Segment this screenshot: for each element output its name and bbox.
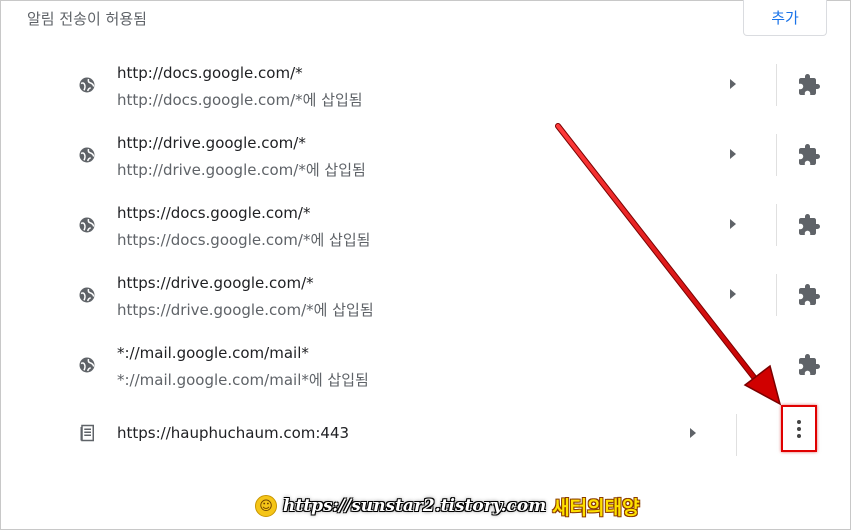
site-row[interactable]: https://hauphuchaum.com:443: [0, 400, 852, 470]
chevron-right-icon[interactable]: [730, 149, 736, 159]
divider: [776, 204, 777, 246]
chevron-right-icon[interactable]: [730, 289, 736, 299]
site-url: https://hauphuchaum.com:443: [117, 424, 350, 442]
site-url: http://docs.google.com/*: [117, 64, 303, 82]
add-button[interactable]: 추가: [743, 0, 827, 36]
globe-icon: [79, 287, 95, 303]
puzzle-icon[interactable]: [796, 213, 822, 237]
section-title: 알림 전송이 허용됨: [27, 10, 147, 28]
puzzle-icon[interactable]: [796, 73, 822, 97]
globe-icon: [79, 217, 95, 233]
site-source: https://docs.google.com/*에 삽입됨: [117, 231, 371, 249]
globe-icon: [79, 77, 95, 93]
site-row[interactable]: https://drive.google.com/* https://drive…: [0, 260, 852, 330]
divider: [776, 134, 777, 176]
globe-icon: [79, 147, 95, 163]
site-source: http://docs.google.com/*에 삽입됨: [117, 91, 363, 109]
puzzle-icon[interactable]: [796, 283, 822, 307]
divider: [776, 64, 777, 106]
site-source: http://drive.google.com/*에 삽입됨: [117, 161, 366, 179]
document-icon: [80, 424, 94, 442]
divider: [736, 414, 737, 456]
site-source: *://mail.google.com/mail*에 삽입됨: [117, 371, 369, 389]
chevron-right-icon[interactable]: [690, 428, 696, 438]
puzzle-icon[interactable]: [796, 143, 822, 167]
site-url: http://drive.google.com/*: [117, 134, 306, 152]
watermark-url: https://sunstar2.tistory.com: [283, 496, 547, 516]
site-row[interactable]: http://drive.google.com/* http://drive.g…: [0, 120, 852, 190]
site-row[interactable]: http://docs.google.com/* http://docs.goo…: [0, 50, 852, 120]
puzzle-icon[interactable]: [796, 353, 822, 377]
watermark-name: 새터의태양: [552, 496, 640, 519]
divider: [776, 274, 777, 316]
more-vert-icon[interactable]: [781, 405, 817, 452]
globe-icon: [79, 357, 95, 373]
site-url: https://docs.google.com/*: [117, 204, 311, 222]
site-url: https://drive.google.com/*: [117, 274, 314, 292]
site-row[interactable]: *://mail.google.com/mail* *://mail.googl…: [0, 330, 852, 400]
chevron-right-icon[interactable]: [730, 219, 736, 229]
smiley-icon: ☺: [255, 495, 277, 517]
site-source: https://drive.google.com/*에 삽입됨: [117, 301, 374, 319]
site-row[interactable]: https://docs.google.com/* https://docs.g…: [0, 190, 852, 260]
site-url: *://mail.google.com/mail*: [117, 344, 309, 362]
watermark: ☺ https://sunstar2.tistory.com 새터의태양: [255, 492, 640, 520]
chevron-right-icon[interactable]: [730, 79, 736, 89]
